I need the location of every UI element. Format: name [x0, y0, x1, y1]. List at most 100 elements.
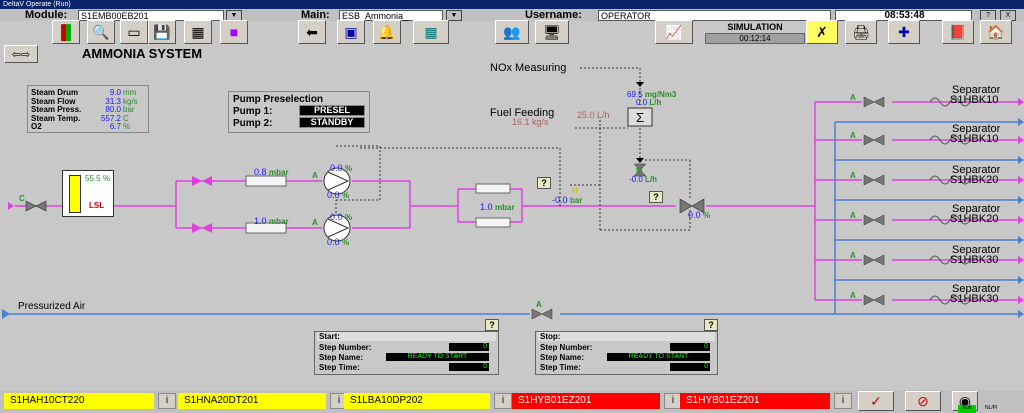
page-title: AMMONIA SYSTEM	[82, 46, 203, 61]
fuel-kgs-unit: kg/s	[532, 117, 549, 127]
disk-icon[interactable]: ▭	[120, 20, 148, 44]
silence-icon[interactable]: ⊘	[905, 391, 941, 411]
run-indicator: Run	[958, 405, 976, 413]
pump-preselection-panel: Pump Preselection Pump 1: PRESEL Pump 2:…	[228, 91, 370, 133]
steam-panel: Steam Drum 9.0 mm Steam Flow 31.3 kg/s Steam P…	[27, 85, 149, 133]
pressure-unit: bar	[570, 196, 583, 205]
pump1-selector[interactable]: PRESEL	[299, 105, 365, 116]
display-icon[interactable]: ■	[220, 20, 248, 44]
alarm-info-button[interactable]: i	[494, 393, 512, 409]
window-title: DeltaV Operate (Run)	[0, 0, 1024, 9]
pressurized-air-label: Pressurized Air	[18, 301, 86, 312]
process-diagram: Σ	[2, 67, 1024, 320]
control-valve-button[interactable]	[680, 199, 706, 213]
book-icon[interactable]: 📕	[942, 20, 974, 44]
grid-icon[interactable]: ▦	[413, 20, 449, 44]
printer-icon[interactable]: 🖨	[845, 20, 877, 44]
step-name-label: Step Name:	[540, 353, 585, 362]
step-name-label: Step Name:	[319, 353, 364, 362]
separator-tag: S1HBK30	[950, 293, 999, 305]
step-time-label: Step Time:	[319, 363, 360, 372]
tank-level: 55.5 %	[85, 174, 110, 183]
stop_panel-help-button[interactable]: ?	[704, 319, 718, 331]
fuel-kgs: 16.1 kg/s	[512, 117, 549, 127]
fuel-lh-value: 25.0	[577, 110, 595, 120]
alarm-info-button[interactable]: i	[158, 393, 176, 409]
alarm-tag[interactable]: S1HYB01EZ201	[512, 393, 660, 409]
filter-dp: 1.0 mbar	[480, 202, 515, 212]
users-icon[interactable]: 👥	[495, 20, 529, 44]
monitor-icon[interactable]: 🖥	[535, 20, 569, 44]
pump2-label: Pump 2:	[233, 118, 273, 129]
alarm-tag[interactable]: S1HAH10CT220	[4, 393, 154, 409]
pump2-selector[interactable]: STANDBY	[299, 117, 365, 128]
stop_panel-title: Stop:	[538, 332, 715, 341]
sep-mode-5: A	[850, 251, 856, 260]
pump1-dp: 0.8 mbar	[254, 167, 289, 177]
pump1-mode: A	[312, 171, 318, 180]
ammonia-tank[interactable]: 55.5 % LSL	[62, 170, 114, 217]
sep-mode-1: A	[850, 93, 856, 102]
svg-text:Σ: Σ	[636, 110, 644, 125]
alarm-tag[interactable]: S1HNA20DT201	[178, 393, 326, 409]
print-icon[interactable]: ▦	[184, 20, 212, 44]
separator-tag: S1HBK30	[950, 254, 999, 266]
step-number-value: 0	[449, 343, 489, 351]
pump2-dp-unit: mbar	[269, 217, 289, 226]
separator[interactable]: Separator S1HBK10	[950, 124, 1020, 145]
separator[interactable]: Separator S1HBK30	[950, 245, 1020, 266]
acknowledge-icon[interactable]: ✓	[858, 391, 894, 411]
save-icon[interactable]: 💾	[148, 20, 176, 44]
pressure-tag: H	[572, 186, 578, 195]
steam-row-unit: %	[123, 122, 131, 131]
start_panel-help-button[interactable]: ?	[485, 319, 499, 331]
step-name-value: READY TO START	[386, 353, 489, 361]
home-icon[interactable]: 🏠	[980, 20, 1012, 44]
fuel-lh-unit: L/h	[597, 110, 610, 120]
bell-icon[interactable]: 🔔	[373, 20, 401, 44]
nox-label: NOx Measuring	[490, 62, 567, 74]
sep-mode-2: A	[850, 131, 856, 140]
separator-tag: S1HBK10	[950, 133, 999, 145]
pump2[interactable]	[324, 215, 350, 241]
pump1-dp-value: 0.8	[254, 167, 267, 177]
help-button-1[interactable]: ?	[537, 177, 551, 189]
tank-level-unit: %	[102, 174, 110, 183]
m-reading: -0.0 L/h	[629, 175, 657, 184]
fuel-kgs-value: 16.1	[512, 117, 530, 127]
pressure-value: -0.0	[552, 195, 568, 205]
start-panel: ? Start: Step Number: 0 Step Name: READY TO S…	[314, 319, 499, 375]
trend-icon[interactable]: 📈	[655, 20, 693, 44]
window-icon[interactable]: ▣	[337, 20, 365, 44]
inlet-valve-mode: C	[19, 194, 25, 203]
graph-icon[interactable]: ▐ ▌	[52, 20, 80, 44]
separator[interactable]: Separator S1HBK30	[950, 284, 1020, 305]
nl-indicator: NL/PI	[985, 405, 998, 411]
sep-mode-6: A	[850, 291, 856, 300]
filter-dp-unit: mbar	[495, 203, 515, 212]
back-arrow-icon[interactable]: ⬅	[298, 20, 326, 44]
step-time-label: Step Time:	[540, 363, 581, 372]
flag-icon[interactable]: ✚	[888, 20, 920, 44]
alarm-tag[interactable]: S1HYB01EZ201	[680, 393, 830, 409]
pump1[interactable]	[324, 168, 350, 194]
pump1-dp-unit: mbar	[269, 168, 289, 177]
alarm-tag[interactable]: S1LBA10DP202	[344, 393, 490, 409]
sep-mode-4: A	[850, 211, 856, 220]
separator[interactable]: Separator S1HBK20	[950, 165, 1020, 186]
separator[interactable]: Separator S1HBK10	[950, 85, 1020, 106]
pressure: -0.0 bar	[552, 195, 582, 205]
step-name-value: READY TO START	[607, 353, 710, 361]
simulation-time: 00:12:14	[705, 33, 805, 44]
search-icon[interactable]: 🔍	[87, 20, 115, 44]
nox-flow: 0.0 L/h	[636, 98, 661, 107]
username-field: OPERATOR	[598, 10, 831, 21]
step-number-label: Step Number:	[540, 343, 593, 352]
nox-flow-unit: L/h	[649, 98, 662, 107]
clear-icon[interactable]: ✗	[806, 20, 838, 44]
pump1-label: Pump 1:	[233, 106, 273, 117]
separator[interactable]: Separator S1HBK20	[950, 204, 1020, 225]
help-button-2[interactable]: ?	[649, 191, 663, 203]
alarm-info-button[interactable]: i	[834, 393, 852, 409]
pump2-dp-value: 1.0	[254, 216, 267, 226]
